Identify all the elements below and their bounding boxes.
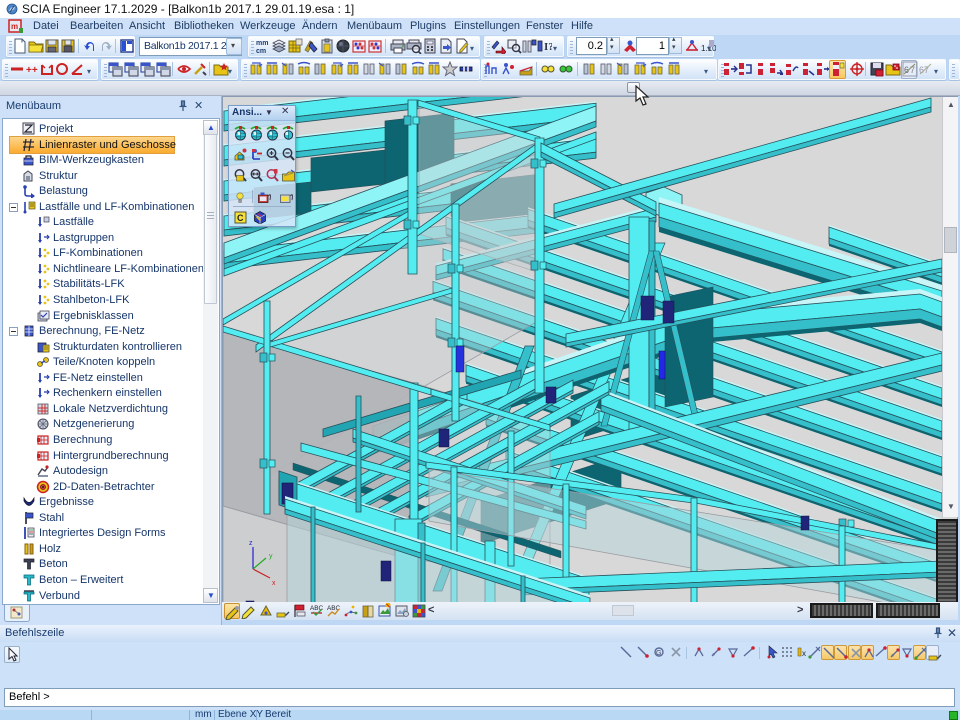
svg-text:mm: mm: [256, 40, 268, 47]
svg-text:x: x: [802, 649, 806, 658]
svg-text:m: m: [11, 22, 18, 31]
svg-text:y: y: [269, 553, 273, 560]
svg-text:C: C: [237, 213, 244, 223]
svg-text:ABC: ABC: [310, 605, 324, 612]
svg-text:cm: cm: [256, 48, 266, 54]
svg-text:G: G: [656, 650, 661, 657]
svg-text:++: ++: [26, 65, 38, 76]
svg-text:z: z: [249, 540, 253, 547]
svg-text:x: x: [272, 580, 276, 587]
svg-text:ABC: ABC: [327, 605, 341, 612]
svg-text:I?: I?: [544, 41, 552, 53]
